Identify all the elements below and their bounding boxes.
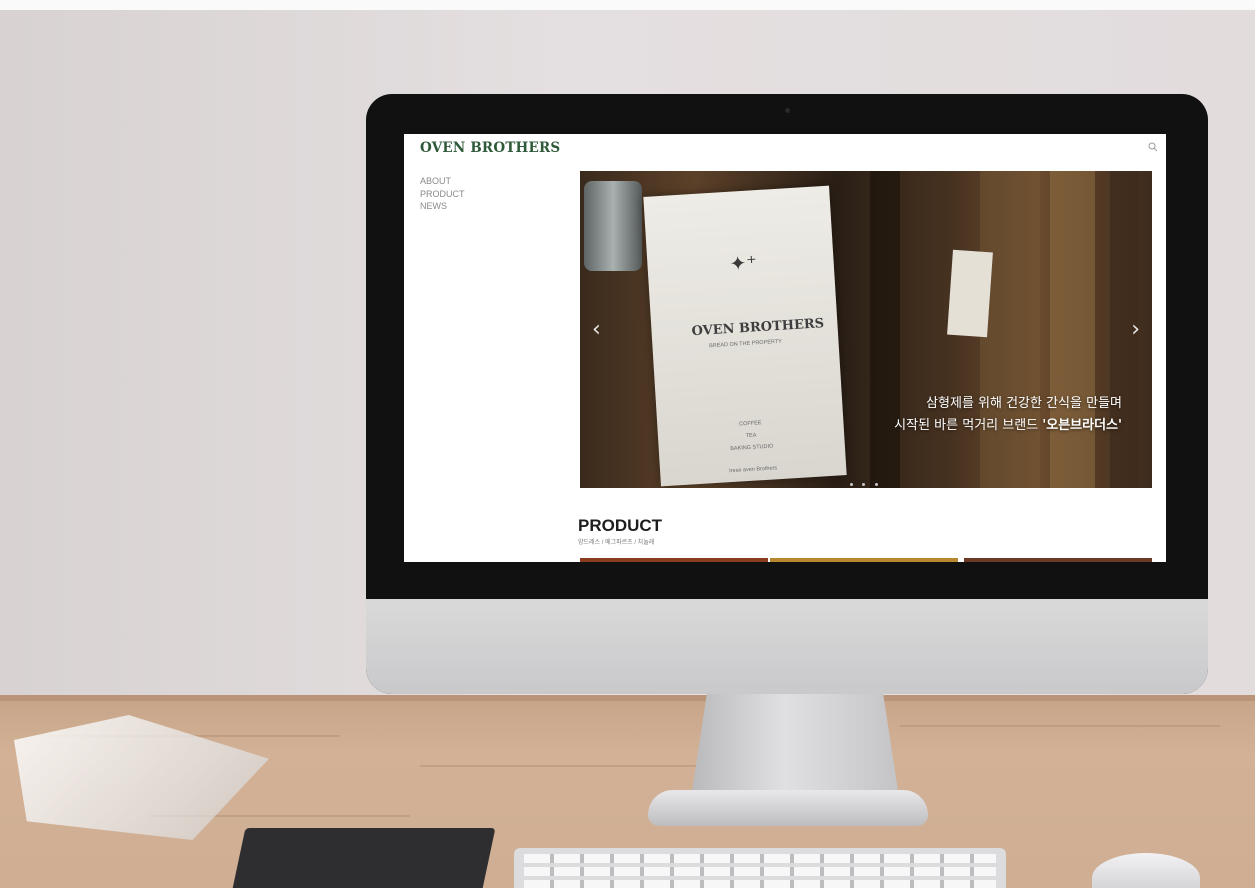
slider-next-button[interactable]: › (1131, 317, 1140, 342)
slider-prev-button[interactable]: ‹ (592, 317, 601, 342)
monitor-base (648, 790, 928, 826)
board-footer: Irese aven Brothers (729, 465, 778, 475)
hero-slider: ✦⁺ OVEN BROTHERS BREAD ON THE PROPERTY C… (580, 171, 1152, 488)
nav-item-product[interactable]: PRODUCT (420, 188, 465, 201)
keyboard (514, 848, 1006, 888)
hero-bottle (584, 181, 642, 271)
sparkle-icon: ✦⁺ (728, 250, 758, 276)
hero-caption: 삼형제를 위해 건강한 간식을 만들며 시작된 바른 먹거리 브랜드 '오븐브라… (894, 393, 1122, 437)
product-thumb[interactable] (770, 558, 958, 562)
site-logo[interactable]: OVEN BROTHERS (420, 140, 560, 156)
hero-sign-board: ✦⁺ OVEN BROTHERS BREAD ON THE PROPERTY C… (643, 185, 847, 487)
slider-dot[interactable] (850, 483, 853, 486)
nav-item-about[interactable]: ABOUT (420, 175, 465, 188)
hero-caption-line2-prefix: 시작된 바른 먹거리 브랜드 (894, 418, 1043, 433)
slider-pagination (850, 473, 883, 488)
product-section-title: PRODUCT (578, 516, 663, 535)
camera-dot (785, 108, 790, 113)
product-thumb[interactable] (580, 558, 768, 562)
hero-tag-card (947, 249, 993, 338)
slider-dot[interactable] (874, 483, 878, 486)
monitor: OVEN BROTHERS ABOUT PRODUCT NEWS ✦⁺ OVEN… (366, 94, 1208, 694)
hero-caption-line2: 시작된 바른 먹거리 브랜드 '오븐브라더스' (894, 415, 1122, 437)
photo-scene: OVEN BROTHERS ABOUT PRODUCT NEWS ✦⁺ OVEN… (0, 0, 1255, 888)
board-title: OVEN BROTHERS (691, 316, 825, 340)
slider-dot[interactable] (862, 483, 866, 486)
board-tagline: BREAD ON THE PROPERTY (708, 338, 783, 350)
monitor-screen: OVEN BROTHERS ABOUT PRODUCT NEWS ✦⁺ OVEN… (404, 134, 1166, 562)
hero-caption-brand: '오븐브라더스' (1042, 418, 1122, 433)
monitor-chin (366, 599, 1208, 694)
search-icon[interactable] (1148, 142, 1158, 152)
monitor-stand (690, 694, 900, 804)
product-section-subtitle: 양드레스 / 메그파르츠 / 치놀래 (578, 540, 655, 546)
black-notebook (230, 828, 496, 888)
nav-item-news[interactable]: NEWS (420, 200, 465, 213)
wall-top-strip (0, 0, 1255, 10)
hero-caption-line1: 삼형제를 위해 건강한 간식을 만들며 (926, 396, 1122, 411)
site-nav: ABOUT PRODUCT NEWS (420, 175, 465, 213)
product-thumb[interactable] (964, 558, 1152, 562)
